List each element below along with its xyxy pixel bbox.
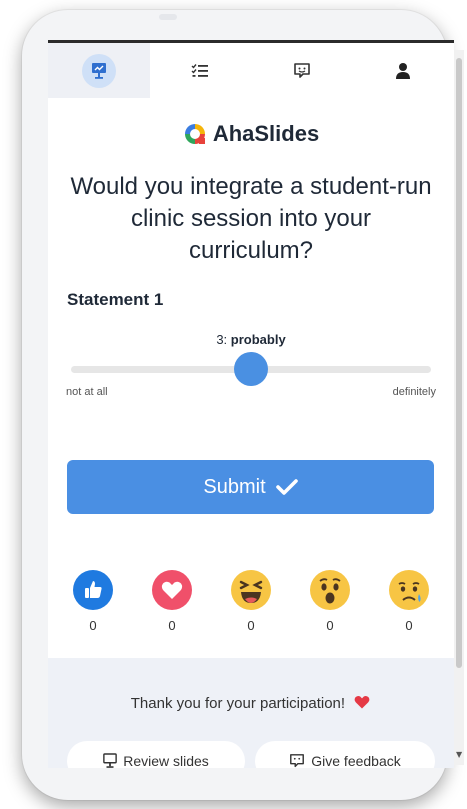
- submit-label: Submit: [203, 475, 266, 498]
- scrollbar-thumb[interactable]: [456, 58, 462, 668]
- feedback-icon: [293, 62, 310, 78]
- brand-logo: AhaSlides: [48, 121, 454, 147]
- reaction-wow[interactable]: 0: [305, 570, 355, 633]
- reaction-love[interactable]: 0: [147, 570, 197, 633]
- reaction-haha-count: 0: [247, 618, 255, 633]
- reaction-like-count: 0: [89, 618, 97, 633]
- give-feedback-label: Give feedback: [311, 753, 401, 768]
- slider-value-number: 3:: [216, 332, 228, 347]
- brand-name: AhaSlides: [212, 121, 320, 146]
- tab-profile[interactable]: [353, 43, 455, 98]
- tab-bar: [48, 43, 454, 98]
- thanks-text: Thank you for your participation!: [130, 695, 346, 712]
- device-notch: [159, 14, 177, 20]
- ahaslides-logo-icon: [184, 124, 205, 144]
- reaction-sad[interactable]: 0: [384, 570, 434, 633]
- slider-value-word: probably: [230, 332, 286, 347]
- heart-icon: [152, 570, 192, 610]
- tab-present-highlight: [81, 53, 116, 88]
- laughing-face-icon: [231, 570, 271, 610]
- tab-present[interactable]: [48, 43, 150, 98]
- rating-slider-thumb[interactable]: [234, 352, 268, 386]
- reactions-row: 0 0 0 0 0: [68, 570, 434, 633]
- scroll-down-arrow-icon[interactable]: ▼: [456, 750, 462, 759]
- reaction-haha[interactable]: 0: [226, 570, 276, 633]
- thumbs-up-icon: [73, 570, 113, 610]
- review-slides-label: Review slides: [123, 753, 209, 768]
- reaction-love-count: 0: [168, 618, 176, 633]
- statement-label: Statement 1: [67, 290, 164, 309]
- review-slides-button[interactable]: Review slides: [67, 741, 245, 768]
- user-icon: [396, 62, 411, 79]
- feedback-icon: [290, 754, 305, 768]
- reaction-like[interactable]: 0: [68, 570, 118, 633]
- slider-max-label: definitely: [392, 386, 436, 398]
- tab-questions[interactable]: [150, 43, 252, 98]
- reaction-wow-count: 0: [326, 618, 334, 633]
- vertical-scrollbar[interactable]: [454, 50, 464, 765]
- tab-feedback[interactable]: [251, 43, 353, 98]
- sad-face-icon: [389, 570, 429, 610]
- heart-icon: [354, 695, 370, 709]
- surprised-face-icon: [310, 570, 350, 610]
- presentation-icon: [103, 753, 118, 768]
- reaction-sad-count: 0: [405, 618, 413, 633]
- list-checks-icon: [191, 63, 209, 77]
- app-screen: AhaSlides Would you integrate a student-…: [48, 40, 454, 768]
- checkmark-icon: [275, 479, 298, 495]
- footer-panel: Thank you for your participation! Review…: [48, 658, 454, 768]
- presentation-icon: [91, 62, 106, 79]
- thanks-message: Thank you for your participation!: [48, 694, 454, 712]
- question-title: Would you integrate a student-run clinic…: [70, 173, 432, 264]
- slider-min-label: not at all: [66, 386, 108, 398]
- slider-value-readout: 3: probably: [48, 332, 454, 347]
- submit-button[interactable]: Submit: [67, 460, 434, 514]
- give-feedback-button[interactable]: Give feedback: [255, 741, 435, 768]
